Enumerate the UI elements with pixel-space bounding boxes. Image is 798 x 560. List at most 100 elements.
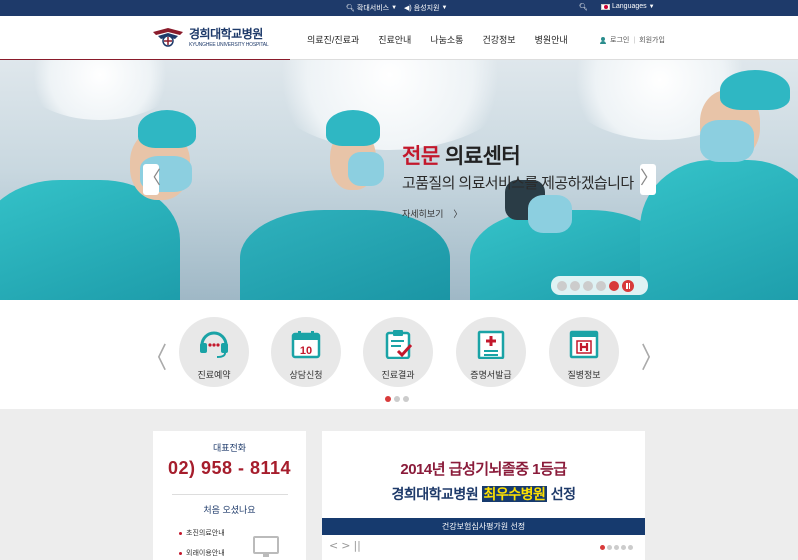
hero-title-accent: 전문: [402, 145, 440, 168]
phone-number: 02) 958 - 8114: [167, 458, 292, 478]
banner-pager-dot[interactable]: [607, 545, 612, 550]
banner-pager: [600, 545, 633, 550]
login-link[interactable]: 로그인: [610, 35, 629, 45]
hero-subtitle: 고품질의 의료서비스를 제공하겠습니다: [402, 175, 634, 192]
hero-more-link[interactable]: 자세히보기 〉: [402, 207, 634, 220]
nav-item-doctors[interactable]: 의료진/진료과: [307, 33, 359, 46]
quick-menu-label: 진료예약: [197, 370, 231, 380]
hero-prev-button[interactable]: 〈: [143, 164, 161, 195]
pause-icon[interactable]: [622, 279, 634, 292]
award-banner[interactable]: 2014년 급성기뇌졸중 1등급 경희대학교병원 최우수병원 선정 건강보험심사…: [322, 431, 645, 560]
surgical-mask: [348, 152, 384, 186]
hero-slider: 〈 〉 전문 의료센터 고품질의 의료서비스를 제공하겠습니다 자세히보기 〉: [0, 60, 798, 300]
bullet-icon: [179, 531, 182, 535]
hospital-logo[interactable]: 경희대학교병원 KYUNGHEE UNIVERSITY HOSPITAL: [151, 25, 269, 48]
hero-title-rest: 의료센터: [439, 145, 521, 168]
surgical-cap: [720, 70, 790, 110]
quick-menu: 〈 〉 진료예약 10 상담신청 진료결과 증명서발급 질병정보: [0, 300, 798, 409]
calendar-icon: 10: [291, 331, 321, 359]
quick-menu-pager-dot[interactable]: [403, 396, 409, 402]
banner-highlight: 최우수병원: [481, 486, 548, 502]
banner-text: 경희대학교병원: [391, 486, 482, 502]
first-visit-title: 처음 오셨나요: [203, 505, 256, 515]
hero-pager-dot[interactable]: [609, 280, 619, 291]
banner-pager-dot[interactable]: [600, 545, 605, 550]
logo-subtitle: KYUNGHEE UNIVERSITY HOSPITAL: [189, 42, 269, 48]
banner-prev-button[interactable]: <: [329, 539, 338, 552]
hero-pager-dot[interactable]: [596, 280, 606, 291]
first-visit-link[interactable]: 초진의료안내: [179, 528, 225, 538]
surgeon-figure: [640, 160, 798, 300]
korea-flag-icon: [601, 3, 610, 10]
hero-pager-dot[interactable]: [570, 280, 580, 291]
zoom-service-label: 확대서비스: [356, 5, 390, 12]
hero-pager-dot[interactable]: [583, 280, 593, 291]
hospital-emblem-icon: [151, 26, 185, 48]
surgical-cap: [326, 110, 380, 146]
phone-label: 대표전화: [212, 443, 247, 453]
banner-controls: < > ||: [329, 539, 361, 552]
banner-headline: 2014년 급성기뇌졸중 1등급: [400, 461, 567, 478]
banner-text: 선정: [547, 486, 576, 502]
zoom-service-button[interactable]: 🔍︎ 확대서비스 ▼: [346, 3, 397, 13]
banner-pager-dot[interactable]: [621, 545, 626, 550]
hero-pager: [551, 276, 648, 295]
contact-box: 대표전화 02) 958 - 8114 처음 오셨나요 초진의료안내 외래이용안…: [153, 431, 306, 560]
quick-menu-label: 질병정보: [567, 370, 601, 380]
banner-strip: 건강보험심사평가원 선정: [322, 518, 645, 535]
divider: [172, 494, 288, 495]
quick-menu-pager-dot[interactable]: [385, 396, 391, 402]
hero-caption: 전문 의료센터 고품질의 의료서비스를 제공하겠습니다 자세히보기 〉: [402, 140, 634, 220]
banner-subheadline: 경희대학교병원 최우수병원 선정: [322, 484, 645, 504]
voice-support-button[interactable]: ◀) 음성지원 ▼: [404, 3, 447, 13]
banner-next-button[interactable]: >: [341, 539, 350, 552]
medical-document-icon: [477, 330, 505, 359]
first-visit-links: 초진의료안내 외래이용안내: [179, 528, 225, 560]
quick-menu-label: 증명서발급: [470, 370, 512, 380]
surgical-lamp: [260, 60, 520, 150]
outpatient-link[interactable]: 외래이용안내: [179, 548, 225, 558]
nav-item-health-info[interactable]: 건강정보: [482, 33, 515, 46]
chevron-down-icon: ▼: [391, 5, 398, 11]
hospital-sign-icon: [569, 330, 599, 359]
banner-pager-dot[interactable]: [614, 545, 619, 550]
quick-menu-item-reservation[interactable]: 진료예약: [178, 317, 250, 387]
chevron-down-icon: ▼: [441, 5, 448, 11]
voice-support-label: 음성지원: [413, 5, 440, 12]
chevron-down-icon: ▼: [648, 3, 655, 10]
hero-pager-dot[interactable]: [557, 280, 567, 291]
search-button[interactable]: 🔍︎: [579, 3, 588, 11]
hero-next-button[interactable]: 〉: [640, 164, 658, 195]
logo-title: 경희대학교병원: [189, 27, 263, 41]
nav-item-hospital-info[interactable]: 병원안내: [535, 33, 568, 46]
languages-label: Languages: [612, 3, 647, 10]
signup-link[interactable]: 회원가입: [639, 35, 665, 45]
zoom-icon: 🔍︎: [346, 5, 355, 12]
quick-menu-item-disease-info[interactable]: 질병정보: [548, 317, 620, 387]
account-links: 로그인 | 회원가입: [600, 35, 665, 45]
nav-item-community[interactable]: 나눔소통: [430, 33, 463, 46]
main-nav: 의료진/진료과 진료안내 나눔소통 건강정보 병원안내: [307, 33, 587, 46]
search-icon: 🔍︎: [579, 4, 588, 11]
quick-menu-item-consult[interactable]: 10 상담신청: [270, 317, 342, 387]
speaker-icon: ◀): [404, 5, 412, 12]
hero-more-label: 자세히보기: [402, 209, 444, 219]
link-label: 초진의료안내: [186, 530, 225, 537]
quick-menu-pager: [385, 396, 409, 402]
banner-pause-button[interactable]: ||: [353, 539, 360, 552]
quick-menu-pager-dot[interactable]: [394, 396, 400, 402]
info-section: 대표전화 02) 958 - 8114 처음 오셨나요 초진의료안내 외래이용안…: [0, 409, 798, 560]
quick-menu-item-certificate[interactable]: 증명서발급: [455, 317, 527, 387]
surgical-mask: [700, 120, 754, 162]
chevron-right-icon: 〉: [453, 209, 463, 219]
nav-item-guide[interactable]: 진료안내: [378, 33, 411, 46]
site-header: 경희대학교병원 KYUNGHEE UNIVERSITY HOSPITAL 의료진…: [0, 16, 798, 60]
quick-menu-prev-button[interactable]: 〈: [145, 335, 167, 377]
quick-menu-next-button[interactable]: 〉: [641, 335, 663, 377]
languages-dropdown[interactable]: Languages ▼: [601, 3, 655, 10]
person-icon: [600, 36, 606, 44]
quick-menu-item-results[interactable]: 진료결과: [362, 317, 434, 387]
banner-pager-dot[interactable]: [628, 545, 633, 550]
headset-icon: [200, 331, 228, 358]
clipboard-check-icon: [385, 330, 413, 359]
